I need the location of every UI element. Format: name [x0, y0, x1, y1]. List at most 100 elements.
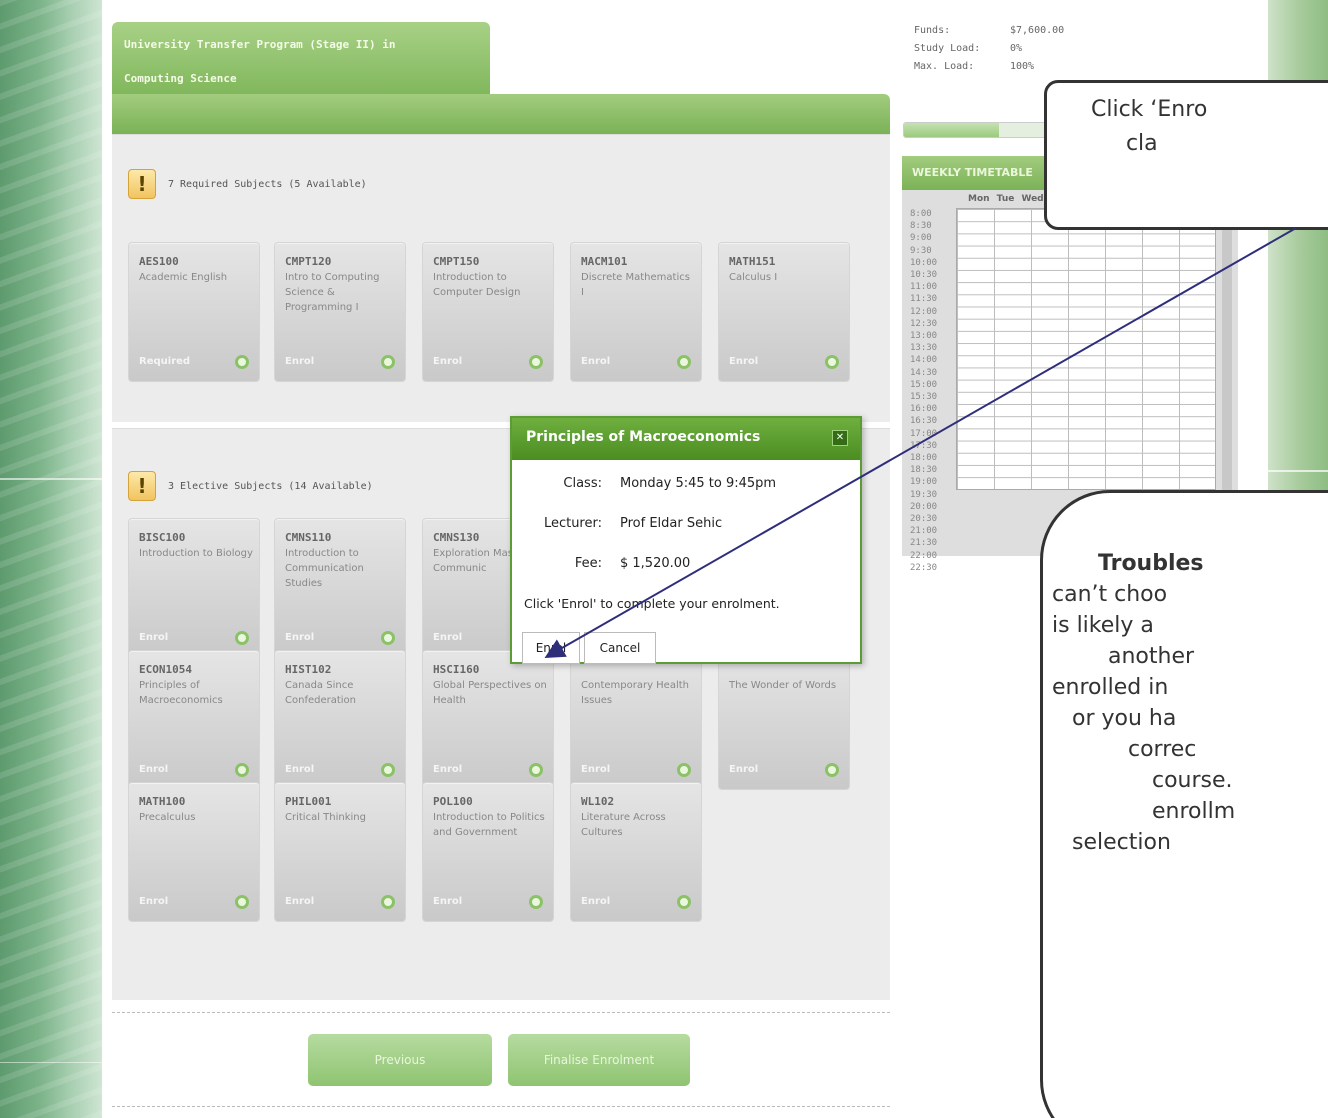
course-name: Critical Thinking: [285, 812, 366, 823]
timetable-grid: [956, 208, 1216, 490]
enrol-link[interactable]: Enrol: [433, 632, 462, 643]
enrol-button[interactable]: Enrol: [522, 632, 580, 664]
course-code: ECON1054: [139, 663, 192, 676]
enrol-link[interactable]: Enrol: [285, 896, 314, 907]
enrol-link[interactable]: Enrol: [581, 764, 610, 775]
course-card[interactable]: Contemporary Health Issues Enrol: [570, 650, 702, 790]
required-subjects-title: 7 Required Subjects (5 Available): [168, 178, 367, 190]
time-slot-label: 8:00: [910, 209, 932, 219]
add-icon[interactable]: [677, 895, 691, 909]
close-icon[interactable]: ✕: [832, 430, 848, 446]
course-name: Canada Since Confederation: [285, 680, 357, 706]
previous-button[interactable]: Previous: [308, 1034, 492, 1086]
class-value: Monday 5:45 to 9:45pm: [620, 476, 777, 491]
enrol-link[interactable]: Enrol: [139, 632, 168, 643]
course-card[interactable]: HSCI160 Global Perspectives on Health Enro…: [422, 650, 554, 790]
max-load-value: 100%: [1010, 61, 1035, 72]
course-name: Introduction to Biology: [139, 548, 253, 559]
add-icon[interactable]: [677, 763, 691, 777]
enrol-link[interactable]: Enrol: [285, 764, 314, 775]
warning-icon: !: [128, 471, 156, 501]
add-icon[interactable]: [825, 763, 839, 777]
course-card[interactable]: CMPT120 Intro to Computing Science & Prog…: [274, 242, 406, 382]
course-code: BISC100: [139, 531, 186, 544]
add-icon[interactable]: [529, 763, 543, 777]
course-card[interactable]: POL100 Introduction to Politics and Gover…: [422, 782, 554, 922]
finalise-enrolment-button[interactable]: Finalise Enrolment: [508, 1034, 690, 1086]
add-icon[interactable]: [529, 355, 543, 369]
course-card[interactable]: MATH100 Precalculus Enrol: [128, 782, 260, 922]
time-slot-label: 8:30: [910, 221, 932, 232]
time-slot-label: 17:00: [910, 428, 938, 439]
enrol-link[interactable]: Enrol: [433, 356, 462, 367]
funds-value: $7,600.00: [1010, 25, 1065, 36]
enrol-link[interactable]: Enrol: [433, 764, 462, 775]
add-icon[interactable]: [235, 355, 249, 369]
cancel-button[interactable]: Cancel: [584, 632, 656, 664]
enrol-link[interactable]: Enrol: [139, 896, 168, 907]
time-slot-label: 11:00: [910, 282, 938, 293]
course-name: Principles of Macroeconomics: [139, 680, 223, 706]
course-card[interactable]: The Wonder of Words Enrol: [718, 650, 850, 790]
troubleshooting-heading: Troubles: [1098, 551, 1204, 576]
elective-subjects-heading: ! 3 Elective Subjects (14 Available): [128, 471, 373, 501]
add-icon[interactable]: [825, 355, 839, 369]
add-icon[interactable]: [381, 763, 395, 777]
add-icon[interactable]: [381, 355, 395, 369]
course-card[interactable]: WL102 Literature Across Cultures Enrol: [570, 782, 702, 922]
course-card[interactable]: ECON1054 Principles of Macroeconomics Enro…: [128, 650, 260, 790]
time-slot-label: 22:30: [910, 562, 938, 573]
left-decorative-stripe: [0, 0, 102, 1118]
course-card[interactable]: MACM101 Discrete Mathematics I Enrol: [570, 242, 702, 382]
add-icon[interactable]: [529, 895, 543, 909]
course-card[interactable]: PHIL001 Critical Thinking Enrol: [274, 782, 406, 922]
add-icon[interactable]: [381, 631, 395, 645]
course-code: POL100: [433, 795, 473, 808]
troubleshooting-line: enrolled in: [1052, 675, 1169, 700]
elective-subjects-title: 3 Elective Subjects (14 Available): [168, 480, 373, 492]
add-icon[interactable]: [381, 895, 395, 909]
enrol-link[interactable]: Enrol: [285, 632, 314, 643]
course-code: MACM101: [581, 255, 628, 268]
course-code: CMNS130: [433, 531, 480, 544]
time-slot-label: 19:30: [910, 489, 938, 500]
troubleshooting-text: Troubles can’t choo is likely a another enr…: [1052, 548, 1328, 858]
course-card[interactable]: CMNS110 Introduction to Communication Stu…: [274, 518, 406, 658]
course-card[interactable]: BISC100 Introduction to Biology Enrol: [128, 518, 260, 658]
time-slot-label: 10:00: [910, 257, 938, 268]
program-tab[interactable]: University Transfer Program (Stage II) i…: [112, 22, 490, 98]
course-card[interactable]: AES100 Academic English Required: [128, 242, 260, 382]
course-card[interactable]: CMPT150 Introduction to Computer Design En…: [422, 242, 554, 382]
program-title: University Transfer Program (Stage II) i…: [124, 38, 396, 85]
instruction-callout: Click ‘Enro cla: [1044, 80, 1328, 230]
troubleshooting-line: correc: [1128, 737, 1197, 762]
time-slot-label: 16:00: [910, 404, 938, 415]
lecturer-label: Lecturer:: [543, 516, 602, 531]
enrol-link[interactable]: Enrol: [581, 896, 610, 907]
course-name: Calculus I: [729, 272, 778, 283]
enrol-link[interactable]: Enrol: [285, 356, 314, 367]
course-card[interactable]: HIST102 Canada Since Confederation Enrol: [274, 650, 406, 790]
add-icon[interactable]: [235, 895, 249, 909]
course-name: Introduction to Computer Design: [433, 272, 521, 298]
enrol-link[interactable]: Enrol: [139, 764, 168, 775]
divider: [112, 1106, 890, 1107]
course-name: Intro to Computing Science & Programming…: [285, 272, 380, 313]
time-slot-label: 10:30: [910, 270, 938, 281]
time-slot-label: 22:00: [910, 550, 938, 561]
enrol-link[interactable]: Enrol: [729, 764, 758, 775]
enrol-link[interactable]: Required: [139, 356, 190, 367]
timetable-scrollbar[interactable]: [1222, 208, 1232, 490]
enrol-link[interactable]: Enrol: [433, 896, 462, 907]
fee-label: Fee:: [574, 556, 602, 571]
enrol-link[interactable]: Enrol: [581, 356, 610, 367]
add-icon[interactable]: [677, 355, 691, 369]
enrol-link[interactable]: Enrol: [729, 356, 758, 367]
time-slot-label: 15:30: [910, 392, 938, 403]
course-code: WL102: [581, 795, 615, 808]
add-icon[interactable]: [235, 631, 249, 645]
add-icon[interactable]: [235, 763, 249, 777]
time-slot-label: 15:00: [910, 379, 938, 390]
course-card[interactable]: MATH151 Calculus I Enrol: [718, 242, 850, 382]
warning-icon: !: [128, 169, 156, 199]
